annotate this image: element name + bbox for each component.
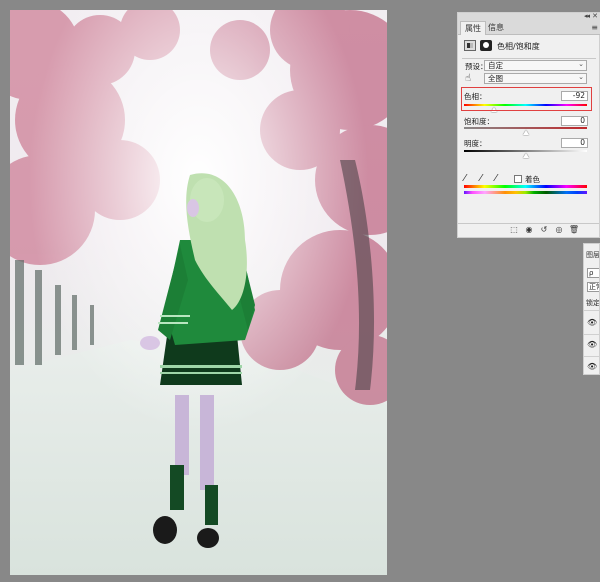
- close-icon[interactable]: ✕: [592, 12, 598, 20]
- visibility-eye-icon[interactable]: ◎: [553, 225, 565, 234]
- tab-properties[interactable]: 属性: [460, 21, 486, 35]
- eyedropper-minus-icon[interactable]: ⁄: [495, 173, 497, 184]
- document-canvas[interactable]: [10, 10, 387, 575]
- hue-highlight-box: [461, 87, 592, 111]
- color-range-bar-bottom: [464, 191, 587, 194]
- saturation-slider-track: [464, 127, 587, 129]
- blend-mode-select[interactable]: 正常: [587, 282, 599, 292]
- layer-mask-icon[interactable]: [480, 40, 492, 51]
- chevron-down-icon: ⌄: [578, 73, 584, 81]
- tab-properties-label: 属性: [465, 24, 481, 33]
- clip-to-layer-icon[interactable]: ⬚: [508, 225, 520, 234]
- lightness-label: 明度：: [464, 139, 487, 148]
- lock-label: 锁定: [586, 299, 600, 307]
- layers-tab[interactable]: 图层: [586, 250, 599, 260]
- layers-panel: 图层 ρ 正常 锁定 👁 👁 👁: [583, 243, 600, 375]
- channel-value: 全图: [488, 74, 503, 83]
- canvas-photo: [10, 10, 387, 575]
- adjustment-header: 色相/饱和度: [464, 40, 594, 54]
- layer-row-divider: [584, 310, 599, 311]
- layer-filter-input[interactable]: ρ: [587, 268, 599, 278]
- colorize-checkbox[interactable]: [514, 175, 522, 183]
- lightness-value-input[interactable]: 0: [561, 138, 588, 148]
- eyedropper-icon[interactable]: ⁄: [464, 173, 466, 184]
- trash-icon[interactable]: 🗑: [568, 225, 580, 234]
- view-previous-icon[interactable]: ◉: [523, 225, 535, 234]
- channel-select[interactable]: 全图 ⌄: [484, 73, 587, 84]
- eyedropper-plus-icon[interactable]: ⁄: [480, 173, 482, 184]
- hue-saturation-layer-icon[interactable]: [464, 40, 476, 51]
- color-range-bar-top: [464, 185, 587, 188]
- saturation-label: 饱和度：: [464, 117, 494, 126]
- reset-icon[interactable]: ↺: [538, 225, 550, 234]
- targeted-adjustment-hand-icon[interactable]: ☝: [465, 73, 471, 84]
- layer-row-divider: [584, 334, 599, 335]
- saturation-slider-thumb[interactable]: [522, 130, 529, 135]
- lightness-slider-track: [464, 150, 587, 152]
- layer-visibility-eye-icon[interactable]: 👁: [587, 318, 597, 327]
- collapse-icon[interactable]: ◂◂: [584, 12, 590, 20]
- panel-bottom-bar: ⬚ ◉ ↺ ◎ 🗑: [458, 223, 599, 237]
- layer-visibility-eye-icon[interactable]: 👁: [587, 340, 597, 349]
- preset-value: 自定: [488, 61, 503, 70]
- layer-visibility-eye-icon[interactable]: 👁: [587, 362, 597, 371]
- chevron-down-icon: ⌄: [578, 60, 584, 68]
- tab-info[interactable]: 信息: [484, 21, 508, 35]
- panel-tabs: 属性 信息 ≡: [458, 21, 600, 35]
- divider: [462, 58, 596, 59]
- saturation-value-input[interactable]: 0: [561, 116, 588, 126]
- layer-row-divider: [584, 356, 599, 357]
- eyedropper-row: ⁄ ⁄ ⁄ 着色: [464, 173, 594, 185]
- tab-info-label: 信息: [488, 23, 504, 32]
- colorize-label: 着色: [525, 175, 540, 184]
- adjustment-title: 色相/饱和度: [497, 42, 540, 51]
- preset-select[interactable]: 自定 ⌄: [484, 60, 587, 71]
- panel-title-bar: ◂◂ ✕: [458, 12, 600, 21]
- panel-menu-icon[interactable]: ≡: [591, 23, 598, 32]
- properties-panel: ◂◂ ✕ 属性 信息 ≡ 色相/饱和度 预设： 自定 ⌄ ☝ 全图 ⌄ 色相： …: [457, 12, 600, 238]
- lightness-slider-thumb[interactable]: [522, 153, 529, 158]
